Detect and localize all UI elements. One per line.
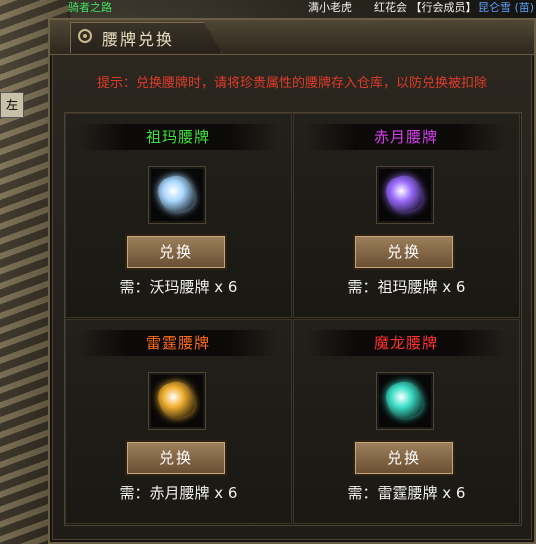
- player-name[interactable]: 满小老虎: [308, 0, 352, 16]
- item-slot[interactable]: [376, 372, 434, 430]
- other-player-name[interactable]: 昆仑雪 (苗): [478, 0, 534, 16]
- badge-name: 魔龙腰牌: [306, 330, 506, 356]
- minimap-label: 左: [0, 92, 24, 118]
- exchange-button[interactable]: 兑换: [127, 236, 225, 268]
- title-emblem-icon: [78, 29, 92, 43]
- exchange-tip: 提示：兑换腰牌时，请将珍贵属性的腰牌存入仓库，以防兑换被扣除: [96, 76, 487, 91]
- exchange-grid: 祖玛腰牌 兑换 需：沃玛腰牌 x 6 赤月腰牌 兑换 需：祖玛腰牌 x 6 雷霆…: [64, 112, 522, 526]
- window-titlebar[interactable]: 腰牌兑换: [50, 20, 534, 55]
- badge-name: 雷霆腰牌: [78, 330, 278, 356]
- exchange-card-chiyue: 赤月腰牌 兑换 需：祖玛腰牌 x 6: [293, 113, 520, 318]
- leiting-badge-icon: [154, 377, 198, 423]
- exchange-button[interactable]: 兑换: [355, 236, 453, 268]
- exchange-card-molong: 魔龙腰牌 兑换 需：雷霆腰牌 x 6: [293, 319, 520, 524]
- exchange-button[interactable]: 兑换: [127, 442, 225, 474]
- item-slot[interactable]: [148, 166, 206, 224]
- badge-name: 祖玛腰牌: [78, 124, 278, 150]
- window-title: 腰牌兑换: [102, 30, 175, 49]
- item-slot[interactable]: [376, 166, 434, 224]
- guild-name[interactable]: 红花会 【行会成员】: [374, 0, 477, 16]
- badge-name: 赤月腰牌: [306, 124, 506, 150]
- badge-exchange-window: 腰牌兑换 提示：兑换腰牌时，请将珍贵属性的腰牌存入仓库，以防兑换被扣除 祖玛腰牌…: [48, 18, 536, 544]
- chiyue-badge-icon: [382, 171, 426, 217]
- requirement-text: 需：沃玛腰牌 x 6: [119, 278, 238, 296]
- zuma-badge-icon: [154, 171, 198, 217]
- requirement-text: 需：祖玛腰牌 x 6: [347, 278, 466, 296]
- item-slot[interactable]: [148, 372, 206, 430]
- status-strip: 骑者之路 满小老虎 红花会 【行会成员】 昆仑雪 (苗): [0, 0, 536, 18]
- exchange-card-leiting: 雷霆腰牌 兑换 需：赤月腰牌 x 6: [65, 319, 292, 524]
- molong-badge-icon: [382, 377, 426, 423]
- requirement-text: 需：赤月腰牌 x 6: [119, 484, 238, 502]
- exchange-card-zuma: 祖玛腰牌 兑换 需：沃玛腰牌 x 6: [65, 113, 292, 318]
- exchange-button[interactable]: 兑换: [355, 442, 453, 474]
- location-name: 骑者之路: [68, 1, 112, 14]
- requirement-text: 需：雷霆腰牌 x 6: [347, 484, 466, 502]
